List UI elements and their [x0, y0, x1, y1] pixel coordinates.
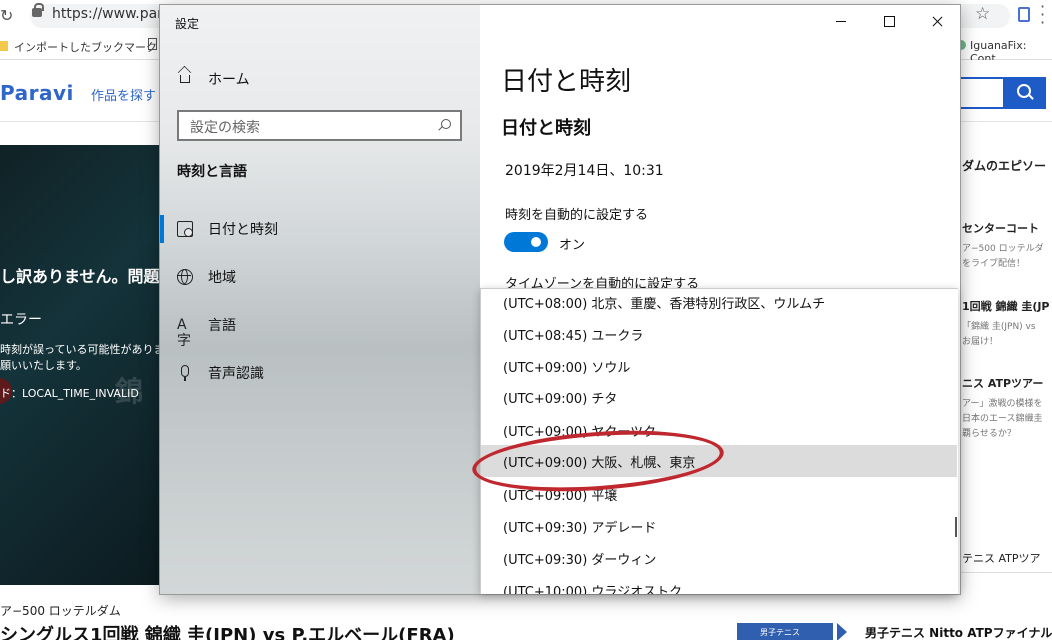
home-icon — [177, 71, 191, 83]
timezone-option[interactable]: (UTC+09:00) ソウル — [481, 350, 957, 382]
screen: ↻ https://www.para ☆ · · · インポートしたブックマーク I… — [0, 0, 1052, 640]
episode-item-title[interactable]: テニス ATPツア — [962, 550, 1041, 566]
player-error-line: 時刻が誤っている可能性があります — [0, 343, 176, 356]
clock-icon — [177, 221, 193, 237]
episode-item-title[interactable]: センターコート — [962, 220, 1039, 236]
browse-link[interactable]: 作品を探す — [91, 85, 156, 104]
page-title: 日付と時刻 — [501, 67, 632, 97]
episode-item-desc: 覇らせるか？ — [962, 429, 1016, 439]
sidebar-item-label: 言語 — [208, 318, 236, 334]
sidebar-item-date-time[interactable]: 日付と時刻 — [160, 209, 480, 249]
episode-item-desc: アー」激戦の模様を — [962, 399, 1043, 409]
site-logo[interactable]: Paravi — [0, 81, 74, 105]
related-title[interactable]: 男子テニス Nitto ATPファイナル — [865, 624, 1052, 640]
nav-home-label: ホーム — [208, 72, 250, 88]
timezone-option-label: (UTC+09:30) ダーウィン — [503, 553, 657, 568]
timezone-option-label: (UTC+09:00) ソウル — [503, 361, 631, 376]
sidebar-item-region[interactable]: 地域 — [160, 257, 480, 297]
auto-time-toggle[interactable] — [504, 232, 548, 252]
divider — [960, 572, 1052, 573]
right-column-header: ダムのエピソー — [962, 159, 1047, 173]
episode-item-desc: 「錦織 圭(JPN) vs — [962, 322, 1036, 332]
settings-search-input[interactable]: 設定の検索 — [177, 110, 462, 141]
globe-icon — [177, 269, 193, 285]
lock-icon — [32, 3, 44, 17]
timezone-option-label: (UTC+10:00) ウラジオストク — [503, 585, 683, 594]
timezone-option[interactable]: (UTC+09:30) ダーウィン — [481, 542, 957, 574]
timezone-option[interactable]: (UTC+09:00) チタ — [481, 381, 957, 413]
search-icon[interactable] — [439, 119, 451, 131]
maximize-button[interactable] — [866, 10, 912, 32]
thumbnail-label: 男子テニス — [760, 628, 800, 637]
episode-item-desc: をライブ配信！ — [962, 259, 1026, 269]
bookmark-star-icon[interactable]: ☆ — [975, 4, 990, 24]
timezone-option-label: (UTC+08:45) ユークラ — [503, 329, 644, 344]
window-title: 設定 — [175, 17, 200, 31]
sidebar-item-language[interactable]: A字 言語 — [160, 305, 480, 349]
minimize-button[interactable] — [818, 10, 864, 32]
timezone-option-label: (UTC+09:00) チタ — [503, 392, 618, 407]
nav-home[interactable]: ホーム — [160, 60, 480, 94]
site-search-button[interactable] — [1003, 77, 1046, 109]
timezone-option[interactable]: (UTC+08:45) ユークラ — [481, 318, 957, 350]
search-placeholder: 設定の検索 — [190, 120, 260, 136]
settings-sidebar: 設定 ホーム 設定の検索 時刻と言語 日付と時刻 地域 A字 言語 音声認識 — [160, 5, 480, 594]
active-indicator — [160, 215, 164, 243]
settings-window: 設定 ホーム 設定の検索 時刻と言語 日付と時刻 地域 A字 言語 音声認識 日… — [160, 5, 960, 594]
bookmark-imported[interactable]: インポートしたブックマーク — [14, 39, 157, 55]
current-datetime: 2019年2月14日、10:31 — [505, 163, 664, 179]
timezone-option-label: (UTC+09:30) アデレード — [503, 521, 657, 536]
episode-item-desc: お届け！ — [962, 337, 999, 347]
sidebar-item-label: 地域 — [208, 270, 236, 286]
microphone-icon — [177, 365, 193, 381]
thumbnail-chevron — [835, 623, 857, 640]
timezone-option[interactable]: (UTC+10:00) ウラジオストク — [481, 574, 957, 594]
episode-item-title[interactable]: ニス ATPツアー — [962, 375, 1043, 391]
episode-item-title[interactable]: 1回戦 錦織 圭(JP — [962, 298, 1050, 314]
language-icon: A字 — [177, 317, 191, 349]
timezone-option-label: (UTC+08:00) 北京、重慶、香港特別行政区、ウルムチ — [503, 297, 826, 312]
auto-time-label: 時刻を自動的に設定する — [505, 208, 649, 223]
auto-time-state: オン — [559, 238, 586, 253]
player-error-code: ド：LOCAL_TIME_INVALID — [0, 387, 139, 400]
sidebar-item-label: 日付と時刻 — [208, 222, 278, 238]
sidebar-item-speech[interactable]: 音声認識 — [160, 353, 480, 393]
episode-title: シングルス1回戦 錦織 圭(JPN) vs P.エルベール(FRA) — [0, 625, 455, 640]
player-error-title: エラー — [0, 312, 42, 328]
scrollbar-thumb[interactable] — [955, 517, 957, 537]
episode-item-desc: 日本のエース錦織圭 — [962, 414, 1043, 424]
page-icon — [148, 38, 157, 50]
folder-icon — [0, 41, 8, 51]
extension-icon[interactable] — [1018, 7, 1030, 22]
player-error-message: し訳ありません。問題 — [0, 267, 160, 286]
episode-item-desc: ア−500 ロッテルダ — [962, 244, 1044, 254]
site-search-input[interactable] — [955, 77, 1003, 109]
section-heading: 時刻と言語 — [177, 164, 247, 180]
player-error-line: 願いいたします。 — [0, 359, 87, 372]
url-text[interactable]: https://www.para — [52, 6, 172, 22]
right-column — [960, 122, 1052, 592]
sidebar-item-label: 音声認識 — [208, 366, 264, 382]
section-title: 日付と時刻 — [501, 118, 591, 139]
reload-icon[interactable]: ↻ — [0, 6, 13, 25]
browser-menu-icon[interactable]: · · · — [1040, 0, 1045, 31]
close-button[interactable] — [914, 10, 960, 32]
episode-series: ア−500 ロッテルダム — [0, 604, 121, 618]
timezone-option[interactable]: (UTC+09:30) アデレード — [481, 510, 957, 542]
timezone-option[interactable]: (UTC+08:00) 北京、重慶、香港特別行政区、ウルムチ — [481, 289, 957, 318]
